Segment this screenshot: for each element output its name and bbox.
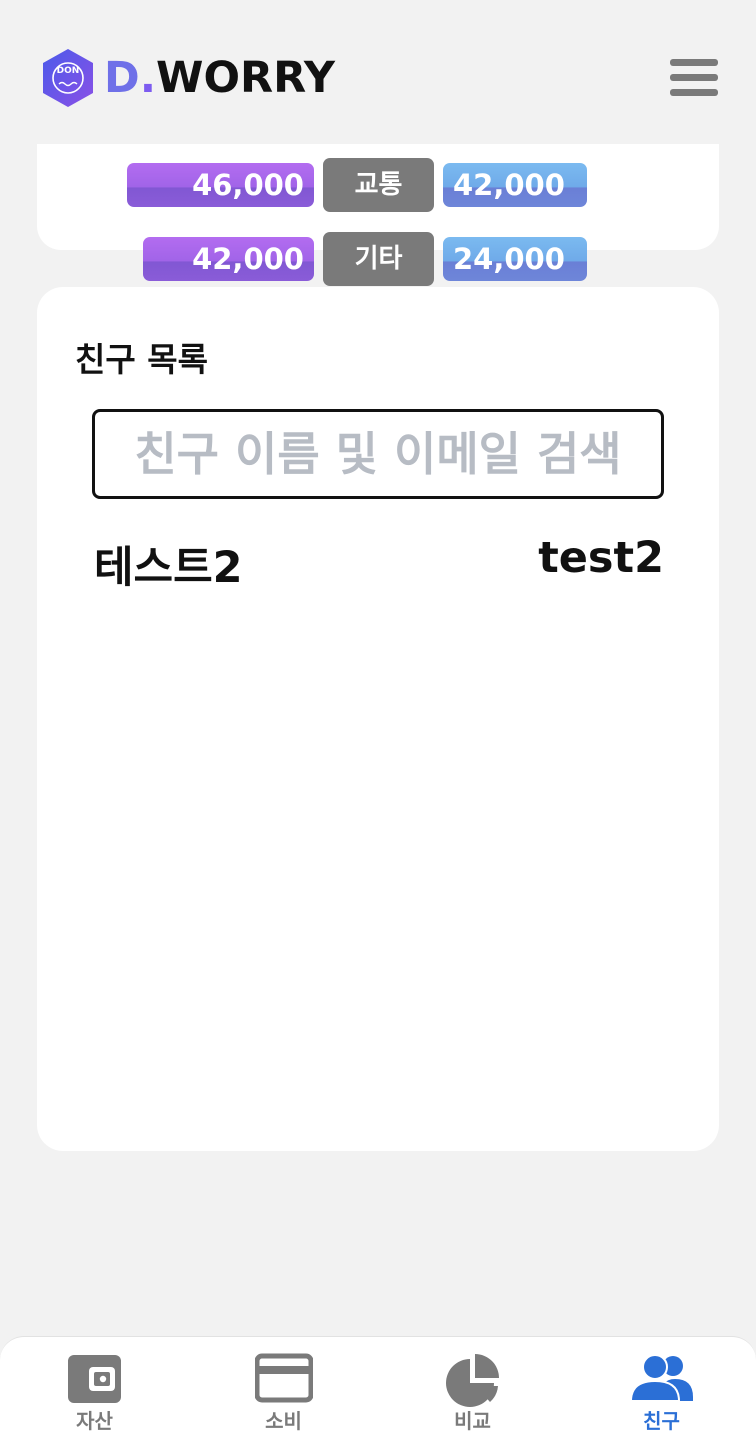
logo-worry: WORRY <box>156 52 336 103</box>
comparison-row: 42,000 기타 24,000 <box>0 232 756 286</box>
nav-item-spending[interactable]: 소비 <box>189 1337 378 1446</box>
logo-wordmark: D.WORRY <box>104 56 335 100</box>
logo-d: D <box>104 52 140 103</box>
nav-item-compare[interactable]: 비교 <box>378 1337 567 1446</box>
hamburger-menu-icon[interactable] <box>670 57 720 99</box>
wallet-icon <box>67 1353 123 1409</box>
category-label: 교통 <box>323 158 434 212</box>
my-amount-bar: 46,000 <box>127 163 314 207</box>
logo-badge-text: DON <box>56 66 80 76</box>
nav-label-compare: 비교 <box>454 1409 491 1433</box>
bottom-navigation: 자산 소비 비교 친구 <box>0 1336 756 1446</box>
friends-list-title: 친구 목록 <box>75 340 208 379</box>
nav-item-assets[interactable]: 자산 <box>0 1337 189 1446</box>
logo-dot: . <box>139 52 157 103</box>
comparison-row: 46,000 교통 42,000 <box>0 158 756 212</box>
friend-email: test2 <box>538 533 664 583</box>
logo-hexagon-icon: DON <box>40 47 96 109</box>
nav-label-friends: 친구 <box>643 1409 680 1433</box>
pie-chart-icon <box>443 1353 503 1413</box>
friend-search-box[interactable] <box>92 409 664 499</box>
friends-card: 친구 목록 테스트2 test2 <box>37 287 719 1151</box>
friend-amount-bar: 42,000 <box>443 163 587 207</box>
credit-card-icon <box>254 1353 313 1407</box>
friend-name: 테스트2 <box>94 543 243 593</box>
my-amount-bar: 42,000 <box>143 237 314 281</box>
nav-label-spending: 소비 <box>265 1409 302 1433</box>
app-logo[interactable]: DON D.WORRY <box>40 46 335 110</box>
friend-amount-bar: 24,000 <box>443 237 587 281</box>
friend-list-item[interactable]: 테스트2 test2 <box>94 533 664 593</box>
friend-search-input[interactable] <box>95 411 661 497</box>
users-icon <box>629 1353 695 1407</box>
nav-label-assets: 자산 <box>76 1409 113 1433</box>
nav-item-friends[interactable]: 친구 <box>567 1337 756 1446</box>
category-label: 기타 <box>323 232 434 286</box>
